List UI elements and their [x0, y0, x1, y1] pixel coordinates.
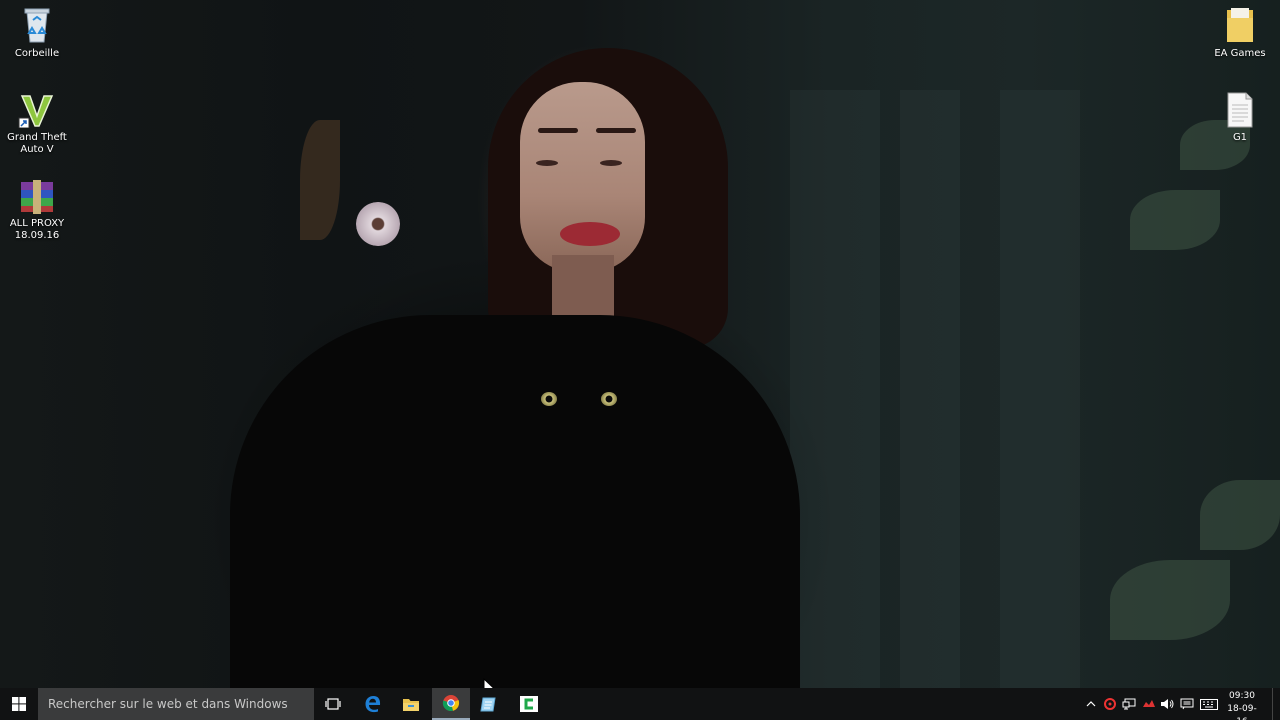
- notepad-icon: [480, 697, 496, 712]
- desktop-wallpaper: [0, 0, 1280, 688]
- clock-date: 18-09-16: [1227, 704, 1257, 720]
- tray-action-center[interactable]: [1178, 688, 1196, 720]
- keyboard-icon: [1200, 698, 1218, 710]
- tray-volume[interactable]: [1158, 688, 1176, 720]
- volume-icon: [1161, 699, 1174, 709]
- action-center-icon: [1180, 698, 1194, 710]
- desktop-icon-recycle-bin[interactable]: Corbeille: [2, 6, 72, 60]
- edge-icon: [365, 696, 381, 713]
- red-app-icon: [1143, 700, 1155, 707]
- chrome-icon: [442, 695, 460, 711]
- tray-app-red[interactable]: [1140, 688, 1158, 720]
- clock-time: 09:30: [1229, 691, 1255, 701]
- network-icon: [1122, 698, 1136, 710]
- desktop-icon-label: G1: [1232, 132, 1248, 143]
- system-clock[interactable]: 09:30 18-09-16: [1222, 690, 1262, 720]
- edge-button[interactable]: [354, 688, 392, 720]
- desktop-icon-label: EA Games: [1214, 48, 1266, 59]
- taskbar: Rechercher sur le web et dans Windows 09…: [0, 688, 1280, 720]
- gta-v-shortcut-icon: [18, 95, 54, 128]
- chrome-button[interactable]: [432, 688, 470, 720]
- task-view-button[interactable]: [314, 688, 352, 720]
- antivirus-icon: [1104, 698, 1116, 710]
- camtasia-button[interactable]: [510, 688, 548, 720]
- file-explorer-button[interactable]: [392, 688, 430, 720]
- search-box[interactable]: Rechercher sur le web et dans Windows: [38, 688, 314, 720]
- windows-logo-icon: [12, 697, 26, 711]
- recycle-bin-icon: [24, 8, 50, 43]
- tray-keyboard[interactable]: [1198, 688, 1220, 720]
- tray-antivirus[interactable]: [1102, 688, 1118, 720]
- folder-icon: [403, 699, 419, 711]
- tray-network[interactable]: [1120, 688, 1138, 720]
- desktop-icon-g1[interactable]: G1: [1205, 92, 1275, 144]
- desktop-icon-all-proxy[interactable]: ALL PROXY 18.09.16: [2, 180, 72, 242]
- desktop-icon-label: Corbeille: [14, 48, 60, 59]
- task-view-icon: [325, 698, 341, 710]
- show-desktop-button[interactable]: [1272, 688, 1280, 720]
- start-button[interactable]: [0, 688, 38, 720]
- folder-icon: [1227, 8, 1253, 42]
- desktop-icon-label: Grand Theft Auto V: [7, 132, 67, 155]
- search-placeholder: Rechercher sur le web et dans Windows: [48, 697, 288, 711]
- notepad-button[interactable]: [470, 688, 508, 720]
- show-hidden-icons-button[interactable]: [1084, 688, 1098, 720]
- desktop-icon-ea-games[interactable]: EA Games: [1205, 6, 1275, 60]
- winrar-archive-icon: [21, 180, 53, 214]
- desktop-icon-label: ALL PROXY 18.09.16: [9, 218, 65, 241]
- camtasia-icon: [520, 696, 538, 712]
- text-file-icon: [1227, 92, 1253, 128]
- chevron-up-icon: [1086, 701, 1096, 707]
- desktop-icon-gta-v[interactable]: Grand Theft Auto V: [2, 94, 72, 156]
